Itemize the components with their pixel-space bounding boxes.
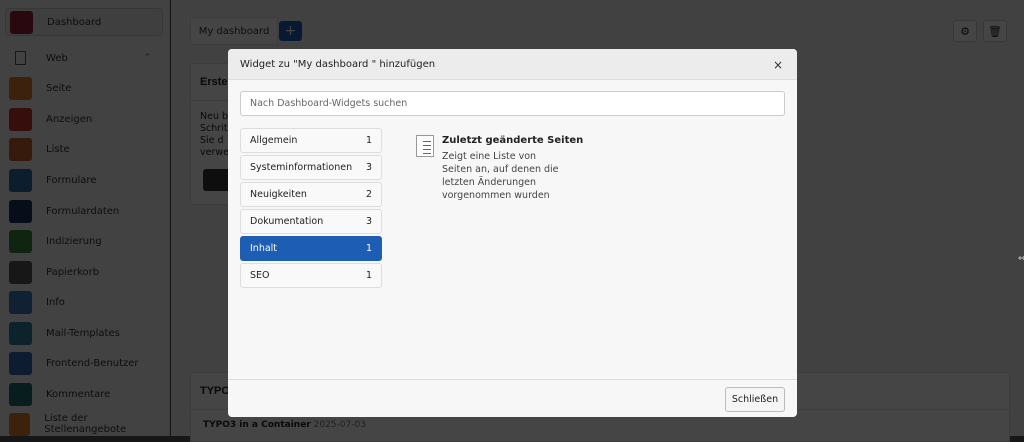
widget-search-input[interactable]: [240, 91, 785, 116]
settings-button[interactable]: ⚙: [953, 20, 977, 42]
gear-icon: ⚙: [960, 24, 970, 38]
category-label: Inhalt: [250, 243, 278, 254]
eye-icon: [9, 107, 32, 131]
tab-my-dashboard[interactable]: My dashboard: [190, 17, 278, 45]
jobs-icon: [9, 412, 31, 436]
delete-dashboard-button[interactable]: 🗑: [983, 20, 1007, 42]
sidebar-item-label: Web: [46, 52, 68, 64]
page-icon: [9, 76, 32, 100]
sidebar-item-label: Frontend-Benutzer: [46, 357, 139, 369]
sidebar-item-formulare[interactable]: Formulare: [5, 166, 163, 194]
sidebar-item-label: Papierkorb: [46, 266, 100, 278]
sidebar-item-info[interactable]: Info: [5, 288, 163, 316]
category-count: 2: [365, 189, 372, 200]
modal-footer: Schließen: [228, 379, 797, 417]
list-icon: [9, 137, 32, 161]
close-button[interactable]: Schließen: [725, 387, 785, 412]
sidebar-item-anzeigen[interactable]: Anzeigen: [5, 105, 163, 133]
category-label: Systeminformationen: [250, 162, 353, 173]
sidebar-item-label: Liste der Stellenangebote: [44, 413, 127, 435]
sidebar-item-label: Dashboard: [47, 16, 102, 28]
sidebar: Dashboard Web ⌃ Seite Anzeigen Liste Formulare…: [0, 0, 170, 436]
sidebar-item-liste-der-stellenangebote[interactable]: Liste der Stellenangebote: [5, 410, 163, 438]
category-count: 3: [365, 216, 372, 227]
add-widget-modal: Widget zu "My dashboard " hinzufügen × A…: [228, 49, 797, 417]
sidebar-item-indizierung[interactable]: Indizierung: [5, 227, 163, 255]
sidebar-item-label: Anzeigen: [46, 113, 93, 125]
sidebar-item-label: Info: [46, 296, 65, 308]
sidebar-item-frontend-benutzer[interactable]: Frontend-Benutzer: [5, 349, 163, 377]
comment-icon: [9, 382, 32, 406]
index-icon: [9, 229, 32, 253]
sidebar-item-seite[interactable]: Seite: [5, 74, 163, 102]
sidebar-item-label: Liste: [46, 143, 70, 155]
category-seo[interactable]: SEO 1: [240, 263, 382, 288]
category-label: Allgemein: [250, 135, 298, 146]
news-date: 2025-07-03: [313, 420, 366, 430]
widget-description: Zeigt eine Liste von Seiten an, auf dene…: [442, 151, 559, 201]
trash-icon: 🗑: [988, 24, 1002, 38]
widget-item-recently-changed-pages[interactable]: Zuletzt geänderte Seiten Zeigt eine List…: [416, 135, 583, 202]
sidebar-item-label: Indizierung: [46, 235, 102, 247]
sidebar-item-liste[interactable]: Liste: [5, 135, 163, 163]
mail-icon: [9, 321, 32, 345]
sidebar-item-label: Kommentare: [46, 388, 111, 400]
form-icon: [9, 168, 32, 192]
chevron-up-icon[interactable]: ⌃: [143, 53, 151, 63]
modal-title: Widget zu "My dashboard " hinzufügen: [240, 58, 436, 70]
list-document-icon: [416, 135, 434, 157]
category-label: Neuigkeiten: [250, 189, 307, 200]
sidebar-item-web[interactable]: Web ⌃: [5, 44, 163, 72]
category-neuigkeiten[interactable]: Neuigkeiten 2: [240, 182, 382, 207]
sidebar-item-formulardaten[interactable]: Formulardaten: [5, 197, 163, 225]
page-icon: [15, 51, 26, 65]
sidebar-item-papierkorb[interactable]: Papierkorb: [5, 258, 163, 286]
close-icon[interactable]: ×: [773, 58, 783, 72]
sidebar-item-mail-templates[interactable]: Mail-Templates: [5, 319, 163, 347]
sidebar-item-kommentare[interactable]: Kommentare: [5, 380, 163, 408]
dashboard-icon: [10, 10, 33, 34]
category-dokumentation[interactable]: Dokumentation 3: [240, 209, 382, 234]
widget-title: Zuletzt geänderte Seiten: [442, 135, 584, 146]
sidebar-item-label: Seite: [46, 82, 72, 94]
category-count: 1: [365, 135, 372, 146]
info-icon: [9, 290, 32, 314]
category-inhalt[interactable]: Inhalt 1: [240, 236, 382, 261]
user-icon: [9, 351, 32, 375]
resize-cursor-icon: ⇔: [1018, 254, 1024, 264]
category-label: SEO: [250, 270, 270, 281]
category-count: 1: [365, 243, 372, 254]
category-count: 1: [365, 270, 372, 281]
sidebar-item-label: Formulardaten: [46, 205, 120, 217]
sidebar-item-label: Formulare: [46, 174, 97, 186]
category-count: 3: [365, 162, 372, 173]
category-allgemein[interactable]: Allgemein 1: [240, 128, 382, 153]
add-dashboard-button[interactable]: +: [279, 21, 302, 41]
category-systeminformationen[interactable]: Systeminformationen 3: [240, 155, 382, 180]
form-data-icon: [9, 199, 32, 223]
trash-icon: [9, 260, 32, 284]
news-title[interactable]: TYPO3 in a Container: [203, 420, 311, 430]
sidebar-item-dashboard[interactable]: Dashboard: [5, 8, 163, 36]
sidebar-item-label: Mail-Templates: [46, 327, 120, 339]
category-label: Dokumentation: [250, 216, 324, 227]
